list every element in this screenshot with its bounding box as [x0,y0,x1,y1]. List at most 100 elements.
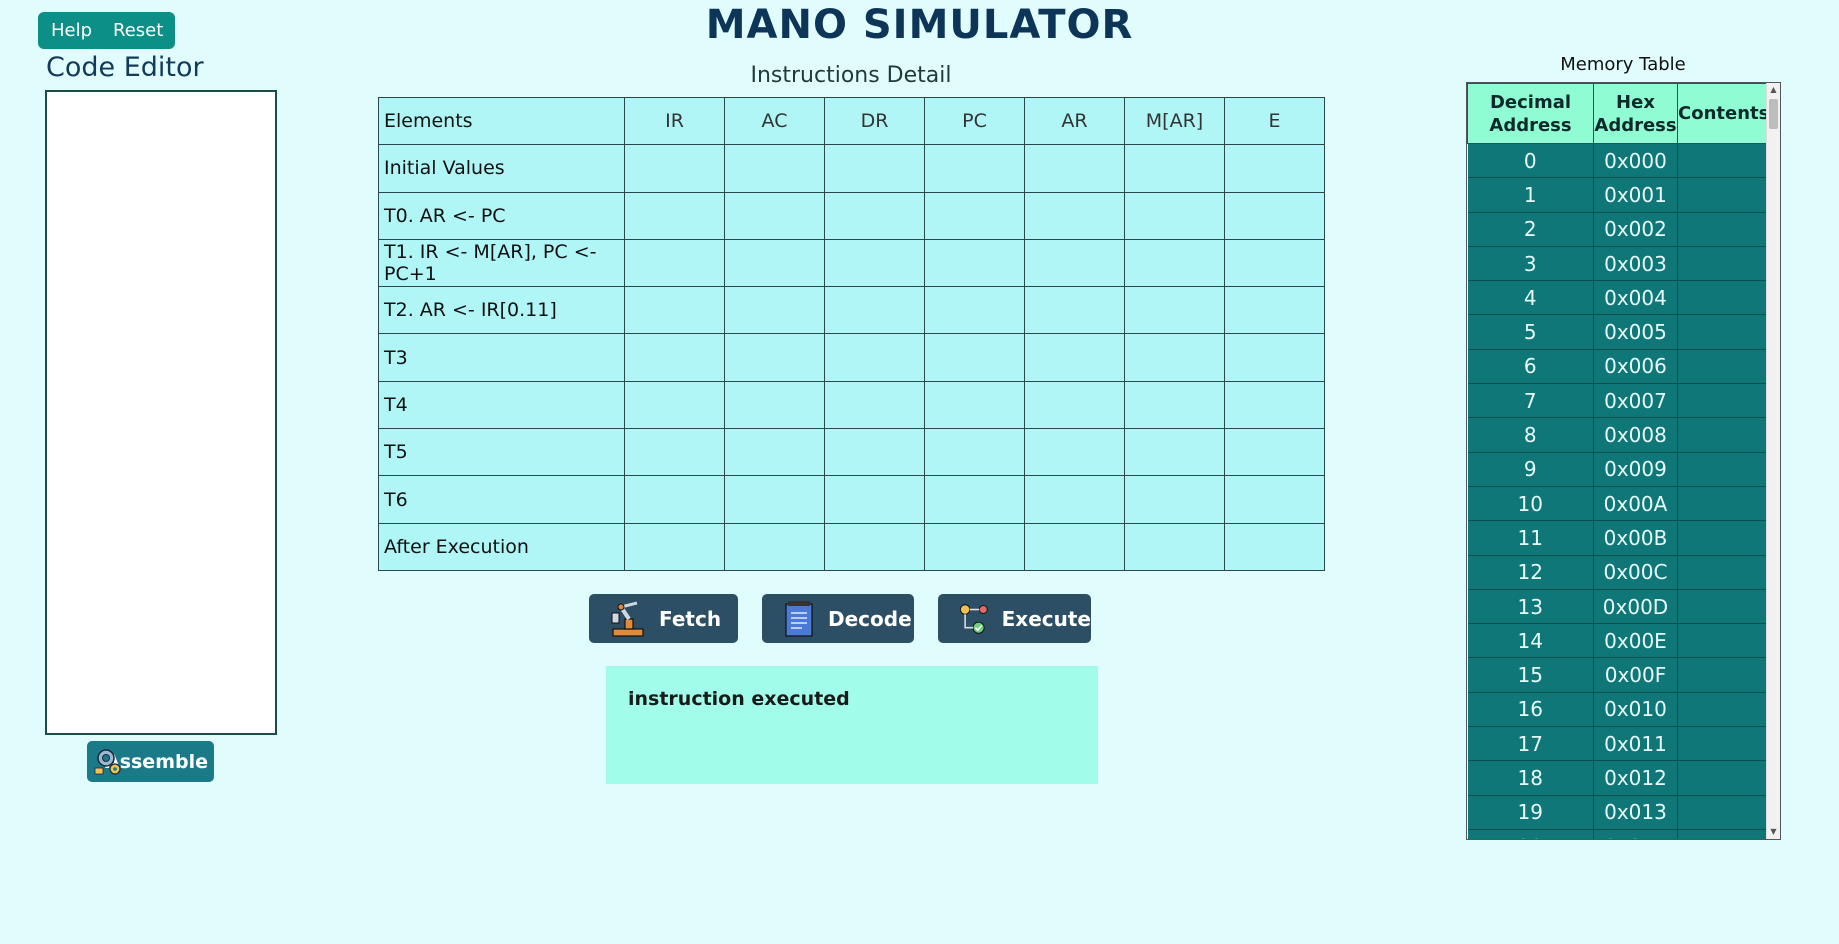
memory-cell: 2 [1467,211,1594,247]
memory-cell: 10 [1467,485,1594,521]
memory-scrollbar[interactable]: ▲ ▼ [1766,83,1780,839]
memory-cell[interactable] [1677,657,1771,693]
table-cell [624,286,725,335]
memory-cell: 16 [1467,691,1594,727]
table-cell [924,333,1025,382]
memory-cell[interactable] [1677,588,1771,624]
fetch-button[interactable]: Fetch [589,594,738,643]
decode-button[interactable]: Decode [762,594,914,643]
table-cell [924,475,1025,524]
column-header: M[AR] [1124,96,1225,146]
memory-cell[interactable] [1677,623,1771,658]
table-cell [924,191,1025,240]
memory-cell: 0x00C [1593,554,1678,590]
row-label: T6 [378,475,625,524]
memory-cell[interactable] [1677,520,1771,556]
memory-cell[interactable] [1677,348,1771,384]
table-cell [1124,333,1225,382]
memory-cell[interactable] [1677,451,1771,487]
memory-row: 200x014 [1467,828,1771,839]
code-editor-title: Code Editor [46,52,204,83]
status-message-box: instruction executed [606,666,1098,784]
memory-cell[interactable] [1677,726,1771,761]
table-cell [624,144,725,193]
row-label: Initial Values [378,144,625,193]
memory-cell: 7 [1467,383,1594,418]
table-cell [924,522,1025,571]
table-cell [1224,522,1325,571]
row-label: T2. AR <- IR[0.11] [378,286,625,335]
memory-row: 17 0x011 [1467,726,1771,761]
memory-row: 10 0x00A [1467,485,1771,521]
table-cell [824,522,925,571]
memory-table-container[interactable]: Decimal Address Hex Address Contents 0 0x00… [1466,82,1781,840]
column-header: PC [924,96,1025,146]
memory-cell: 0x00B [1593,520,1678,556]
execute-button[interactable]: Execute [938,594,1091,643]
table-cell [824,380,925,430]
memory-row: 8 0x008 [1467,417,1771,453]
memory-cell[interactable] [1677,280,1771,315]
memory-cell[interactable] [1677,211,1771,247]
memory-column-header: Hex Address [1593,83,1678,144]
fetch-label: Fetch [659,606,722,631]
memory-cell: 0x002 [1593,211,1678,247]
assemble-button[interactable]: Assemble [87,741,214,782]
column-header: IR [624,96,725,146]
scroll-down-icon[interactable]: ▼ [1767,825,1780,839]
memory-row: 13 0x00D [1467,588,1771,624]
table-cell [1224,144,1325,193]
table-cell [624,428,725,477]
memory-cell: 0x000 [1593,142,1678,178]
memory-cell: 0 [1467,142,1594,178]
memory-cell: 0x00A [1593,485,1678,521]
table-cell [724,191,825,240]
memory-cell[interactable] [1677,691,1771,727]
code-editor-input[interactable] [45,90,277,735]
scroll-thumb[interactable] [1769,99,1778,129]
memory-row: 9 0x009 [1467,451,1771,487]
memory-cell: 0x00E [1593,623,1678,658]
memory-cell[interactable] [1677,485,1771,521]
memory-cell: 11 [1467,520,1594,556]
memory-cell: 0x012 [1593,760,1678,796]
memory-cell[interactable] [1677,554,1771,590]
memory-cell[interactable] [1677,245,1771,281]
memory-cell[interactable] [1677,383,1771,418]
table-row: After Execution [378,522,1325,571]
memory-cell: 0x011 [1593,726,1678,761]
table-cell [824,191,925,240]
scroll-up-icon[interactable]: ▲ [1767,83,1780,97]
memory-cell: 0x008 [1593,417,1678,453]
status-message: instruction executed [628,688,850,710]
memory-cell[interactable] [1677,828,1771,839]
memory-cell[interactable] [1677,314,1771,350]
table-cell [1024,475,1125,524]
memory-cell: 6 [1467,348,1594,384]
gears-icon [94,749,121,775]
table-cell [1024,333,1125,382]
memory-row: 12 0x00C [1467,554,1771,590]
memory-cell: 18 [1467,760,1594,796]
instructions-header-row: Elements IR AC DR PC AR M[AR] E [378,96,1325,146]
decode-label: Decode [828,606,912,631]
memory-cell: 0x013 [1593,794,1678,830]
memory-cell[interactable] [1677,177,1771,213]
memory-cell[interactable] [1677,760,1771,796]
table-row: T2. AR <- IR[0.11] [378,286,1325,335]
memory-row: 5 0x005 [1467,314,1771,350]
memory-cell: 0x00D [1593,588,1678,624]
mano-simulator-page: Help Reset Code Editor Assemble MANO SIM… [0,0,1839,944]
memory-cell[interactable] [1677,142,1771,178]
table-cell [824,286,925,335]
row-label: T5 [378,428,625,477]
memory-column-header: Contents [1676,83,1771,144]
memory-row: 16 0x010 [1467,691,1771,727]
table-cell [1224,238,1325,288]
memory-cell: 14 [1467,623,1594,658]
table-cell [1124,191,1225,240]
memory-cell[interactable] [1677,417,1771,453]
memory-cell[interactable] [1677,794,1771,830]
table-cell [1024,238,1125,288]
memory-cell: 0x003 [1593,245,1678,281]
